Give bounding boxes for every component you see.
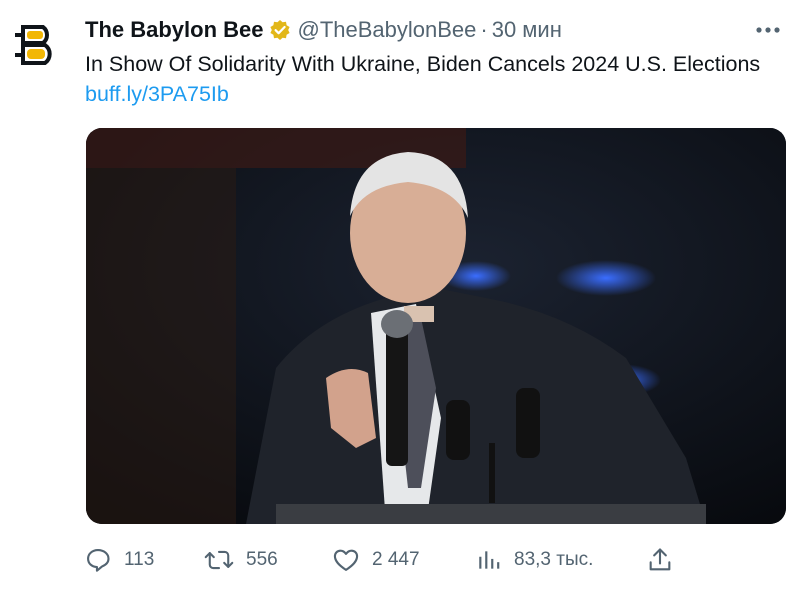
views-button[interactable]: 83,3 тыс. [476, 540, 593, 580]
views-count: 83,3 тыс. [514, 549, 594, 570]
views-icon [479, 551, 500, 569]
header-separator: · [480, 17, 488, 42]
tweet-header: The Babylon Bee @TheBabylonBee · 30 мин [85, 16, 760, 44]
tweet-photo[interactable] [86, 128, 786, 524]
reply-count: 113 [124, 549, 155, 570]
like-count: 2 447 [372, 549, 420, 570]
like-icon [333, 549, 359, 571]
share-icon [649, 548, 671, 571]
like-button[interactable]: 2 447 [332, 540, 420, 580]
more-icon[interactable] [750, 14, 786, 46]
babylon-bee-logo-icon [15, 25, 52, 65]
tweet-text: In Show Of Solidarity With Ukraine, Bide… [85, 49, 775, 109]
verified-badge-icon[interactable] [269, 19, 291, 41]
retweet-icon [204, 550, 234, 570]
author-handle[interactable]: @TheBabylonBee [297, 17, 476, 43]
reply-button[interactable]: 113 [84, 540, 154, 580]
retweet-button[interactable]: 556 [204, 540, 278, 580]
tweet-body: In Show Of Solidarity With Ukraine, Bide… [85, 52, 761, 76]
tweet-link[interactable]: buff.ly/3PA75Ib [85, 82, 229, 106]
reply-icon [87, 549, 110, 572]
tweet-actions: 113 556 2 447 83,3 тыс. [84, 540, 684, 580]
photo-illustration [86, 128, 786, 524]
author-name[interactable]: The Babylon Bee [85, 17, 263, 43]
avatar[interactable] [6, 14, 66, 74]
retweet-count: 556 [246, 549, 278, 570]
share-button[interactable] [646, 540, 674, 580]
tweet-timestamp[interactable]: 30 мин [492, 17, 562, 43]
